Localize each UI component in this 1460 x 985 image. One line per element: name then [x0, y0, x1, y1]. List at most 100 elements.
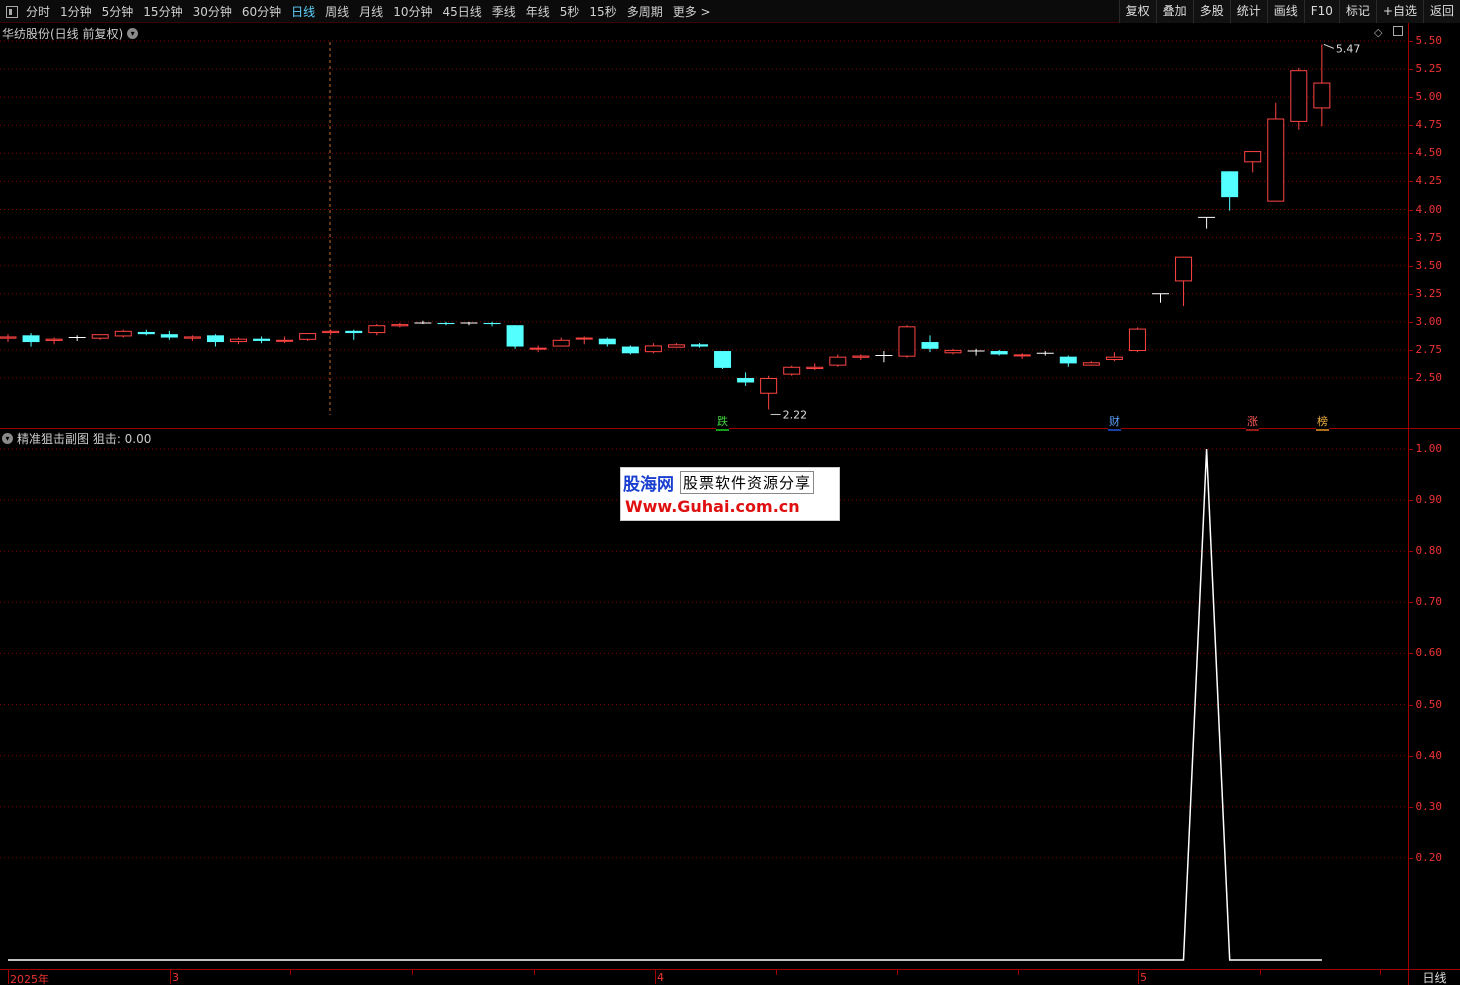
high-pointer	[1323, 43, 1335, 49]
watermark-tagline: 股票软件资源分享	[680, 471, 815, 494]
price-tick	[1409, 181, 1413, 183]
price-tick	[1409, 349, 1413, 351]
candle-body-up	[183, 336, 201, 339]
candle-body-down	[621, 346, 639, 354]
candle-body-down	[345, 330, 363, 334]
candle-body-up	[276, 339, 294, 342]
date-minor-tick	[1018, 970, 1019, 975]
candle-body-up	[1290, 70, 1308, 122]
date-tick	[170, 970, 171, 984]
indicator-tick	[1409, 857, 1413, 859]
candle-body-up	[299, 333, 317, 340]
indicator-tick-label: 1.00	[1415, 442, 1443, 455]
price-tick-label: 3.00	[1415, 314, 1443, 328]
candle-body-up	[45, 338, 63, 341]
indicator-tick-label: 0.50	[1415, 697, 1443, 711]
price-axis: 5.50 5.25 5.00 4.75 4.50 4.25 4.00 3.75 3.50 3.25…	[1408, 23, 1460, 429]
price-tick	[1409, 265, 1413, 267]
high-label: 5.47	[1336, 42, 1361, 55]
price-tick-label: 4.00	[1415, 202, 1443, 216]
indicator-tick-label: 0.30	[1415, 799, 1443, 813]
date-minor-tick	[412, 970, 413, 975]
candle-body-up	[0, 336, 17, 339]
price-tick	[1409, 378, 1413, 379]
indicator-tick	[1409, 806, 1413, 808]
price-tick-label: 5.50	[1415, 34, 1443, 47]
price-tick	[1409, 237, 1413, 239]
date-minor-tick	[1260, 970, 1261, 975]
price-tick-label: 2.50	[1415, 371, 1443, 384]
candle-body-down	[483, 322, 501, 325]
price-tick	[1409, 321, 1413, 323]
indicator-tick-label: 0.60	[1415, 646, 1443, 660]
price-tick	[1409, 69, 1413, 71]
price-tick	[1409, 41, 1413, 42]
candle-body-down	[1059, 356, 1077, 364]
candle-body-up	[1267, 118, 1285, 202]
indicator-tick-label: 0.90	[1415, 493, 1443, 507]
indicator-tick	[1409, 551, 1413, 553]
candle-body-down	[1221, 171, 1239, 198]
indicator-tick	[1409, 653, 1413, 655]
date-minor-tick	[534, 970, 535, 975]
candle-body-up	[1244, 151, 1262, 163]
candle-body-down	[691, 344, 708, 347]
date-tick	[8, 970, 9, 984]
event-tag[interactable]: 涨	[1246, 413, 1259, 431]
candle-body-up	[644, 345, 662, 353]
candle-body-up	[91, 334, 109, 339]
indicator-axis: 1.00 0.90 0.80 0.70 0.60 0.50 0.40 0.30 0.20	[1408, 429, 1460, 969]
candle-body-up	[760, 378, 778, 394]
indicator-tick-label: 0.40	[1415, 748, 1443, 762]
indicator-tick	[1409, 602, 1413, 604]
watermark-brand: 股海网	[623, 475, 674, 495]
event-tag[interactable]: 榜	[1316, 413, 1329, 431]
candle-body-up	[1313, 82, 1331, 109]
date-minor-tick	[897, 970, 898, 975]
candle-body-up	[667, 344, 685, 348]
indicator-tick	[1409, 500, 1413, 502]
candle-body-up	[529, 347, 547, 350]
candle-body-up	[391, 324, 409, 327]
date-label: 4	[657, 971, 664, 984]
price-tick-label: 5.25	[1415, 62, 1443, 76]
date-minor-tick	[290, 970, 291, 975]
candle-body-up	[322, 330, 340, 334]
price-tick-label: 2.75	[1415, 342, 1443, 356]
candle-body-up	[829, 356, 847, 366]
candle-body-down	[137, 331, 155, 335]
event-tag[interactable]: 跌	[716, 413, 729, 431]
candle-body-down	[598, 338, 616, 345]
candle-body-up	[1082, 362, 1100, 366]
candle-body-up	[368, 325, 386, 334]
price-tick	[1409, 293, 1413, 295]
date-minor-tick	[1380, 970, 1381, 975]
date-label: 2025年	[10, 973, 49, 985]
candle-body-up	[1013, 354, 1031, 357]
period-badge[interactable]: 日线	[1408, 970, 1460, 985]
watermark: 股海网 股票软件资源分享 Www.Guhai.com.cn	[620, 467, 840, 521]
date-tick	[655, 970, 656, 984]
toolbar-button[interactable]: 返回	[1422, 0, 1460, 23]
date-minor-tick	[776, 970, 777, 975]
candle-body-down	[437, 322, 455, 325]
indicator-tick	[1409, 704, 1413, 706]
price-tick-label: 3.25	[1415, 286, 1443, 300]
candle-body-up	[230, 338, 247, 343]
candle-body-up	[1128, 328, 1146, 352]
candle-body-down	[714, 351, 732, 368]
indicator-tick-label: 0.80	[1415, 544, 1443, 558]
indicator-tick	[1409, 755, 1413, 757]
price-tick	[1409, 153, 1413, 155]
candle-body-down	[206, 335, 224, 343]
date-tick	[1138, 970, 1139, 984]
date-axis: 日线 2025年 3 4 5	[0, 969, 1460, 985]
maximize-icon[interactable]	[1393, 26, 1403, 36]
price-tick-label: 4.25	[1415, 174, 1443, 188]
candle-body-down	[253, 338, 271, 341]
diamond-icon[interactable]: ◇	[1374, 26, 1382, 39]
price-tick-label: 4.75	[1415, 118, 1443, 132]
event-tag[interactable]: 财	[1108, 413, 1121, 431]
candle-body-down	[737, 378, 755, 383]
candle-body-down	[990, 351, 1008, 355]
